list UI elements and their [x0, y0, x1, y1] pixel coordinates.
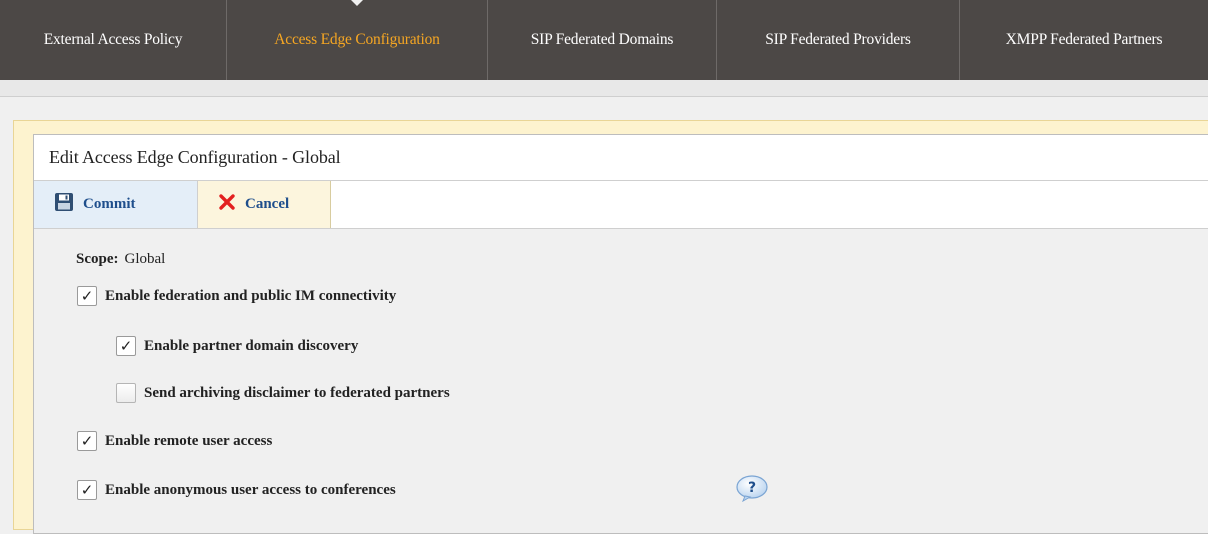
cancel-label: Cancel — [245, 196, 290, 212]
checkbox[interactable] — [116, 383, 136, 403]
option-remote-user-access[interactable]: ✓ Enable remote user access — [77, 431, 272, 451]
option-label: Enable partner domain discovery — [144, 337, 359, 354]
checkbox[interactable]: ✓ — [77, 431, 97, 451]
tab-sip-federated-domains[interactable]: SIP Federated Domains — [488, 0, 717, 80]
sub-bar — [0, 80, 1208, 97]
tab-xmpp-federated-partners[interactable]: XMPP Federated Partners — [960, 0, 1208, 80]
tab-access-edge-configuration[interactable]: Access Edge Configuration — [227, 0, 488, 80]
cancel-button[interactable]: Cancel — [198, 181, 331, 228]
save-icon — [54, 192, 74, 217]
panel-title: Edit Access Edge Configuration - Global — [34, 135, 1208, 181]
checkbox[interactable]: ✓ — [77, 286, 97, 306]
option-partner-domain-discovery[interactable]: ✓ Enable partner domain discovery — [116, 336, 358, 356]
scope-value: Global — [124, 251, 166, 267]
commit-label: Commit — [83, 196, 136, 212]
option-label: Send archiving disclaimer to federated p… — [144, 384, 450, 401]
option-label: Enable federation and public IM connecti… — [105, 287, 397, 304]
tab-sip-federated-providers[interactable]: SIP Federated Providers — [717, 0, 960, 80]
edit-panel: Edit Access Edge Configuration - Global … — [33, 134, 1208, 534]
tab-bar: External Access Policy Access Edge Confi… — [0, 0, 1208, 80]
svg-text:?: ? — [748, 480, 756, 496]
checkbox[interactable]: ✓ — [77, 480, 97, 500]
commit-button[interactable]: Commit — [34, 181, 198, 228]
tab-external-access-policy[interactable]: External Access Policy — [0, 0, 227, 80]
scope-line: Scope: Global — [76, 251, 165, 268]
option-label: Enable remote user access — [105, 432, 273, 449]
option-archiving-disclaimer[interactable]: Send archiving disclaimer to federated p… — [116, 383, 450, 403]
option-anonymous-user-access[interactable]: ✓ Enable anonymous user access to confer… — [77, 480, 396, 500]
option-enable-federation[interactable]: ✓ Enable federation and public IM connec… — [77, 286, 396, 306]
scope-label: Scope: — [76, 251, 119, 267]
option-label: Enable anonymous user access to conferen… — [105, 481, 396, 498]
help-icon[interactable]: ? — [735, 474, 769, 503]
close-icon — [218, 193, 236, 216]
checkbox[interactable]: ✓ — [116, 336, 136, 356]
panel-toolbar: Commit Cancel — [34, 181, 1208, 229]
